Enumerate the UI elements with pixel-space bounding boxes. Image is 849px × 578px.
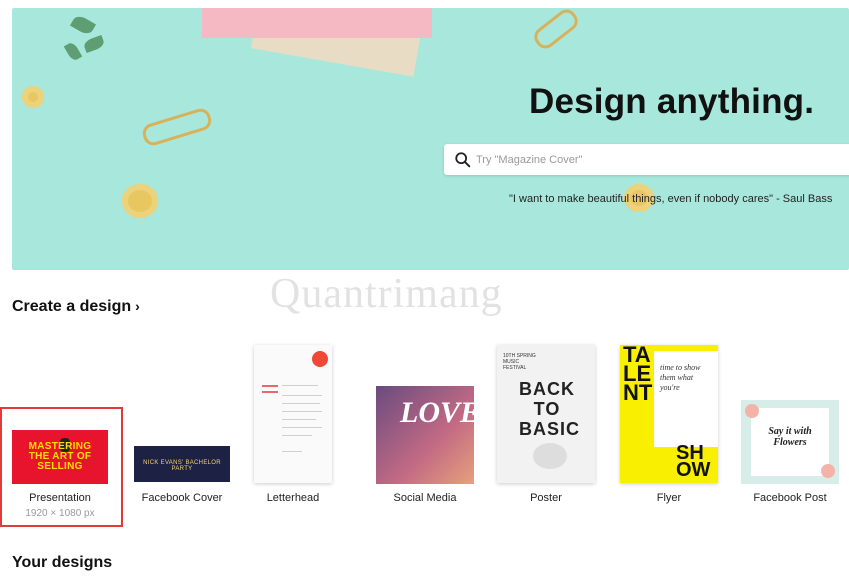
poster-image [533, 443, 567, 469]
design-label-facebook-post[interactable]: Facebook Post [741, 492, 839, 504]
text-line [282, 435, 312, 436]
poster-preview-text: BACK TO BASIC [519, 379, 581, 439]
design-label-presentation[interactable]: Presentation [12, 492, 108, 504]
search-input[interactable] [474, 150, 838, 170]
flower-icon [821, 464, 835, 478]
edit-badge-icon [312, 351, 328, 367]
facebook-post-thumbnail[interactable]: Say it with Flowers [741, 400, 839, 484]
text-line [282, 385, 318, 386]
poster-thumbnail[interactable]: 10TH SPRING MUSIC FESTIVAL BACK TO BASIC [497, 345, 595, 483]
text-line [282, 419, 316, 420]
decorative-paper [202, 8, 432, 38]
text-line [282, 451, 302, 452]
flower-decoration [22, 86, 44, 108]
text-line [282, 411, 322, 412]
flower-decoration [122, 184, 158, 218]
facebook-cover-preview-text: NICK EVANS' BACHELOR PARTY [143, 460, 221, 472]
search-bar[interactable] [444, 144, 849, 175]
presentation-thumbnail[interactable]: MASTERING THE ART OF SELLING [12, 430, 108, 484]
leaf-decoration [82, 34, 106, 54]
hero-title: Design anything. [529, 82, 815, 121]
flyer-preview-bottom: SHOW [676, 442, 711, 481]
letterhead-accent [262, 391, 278, 393]
social-media-thumbnail[interactable]: LOVE [376, 386, 474, 484]
hero-quote: "I want to make beautiful things, even i… [509, 193, 833, 205]
create-design-title: Create a design [12, 298, 132, 315]
presentation-preview-text: MASTERING THE ART OF SELLING [28, 441, 92, 472]
flyer-thumbnail[interactable]: TALENT time to show them what you're SHO… [620, 345, 718, 483]
leaf-decoration [69, 13, 97, 37]
watermark: Quantrimang [270, 271, 503, 317]
leaf-decoration [63, 40, 83, 63]
design-label-flyer[interactable]: Flyer [620, 492, 718, 504]
facebook-post-preview-text: Say it with Flowers [768, 426, 812, 448]
design-label-poster[interactable]: Poster [497, 492, 595, 504]
paperclip-decoration [530, 8, 582, 53]
text-line [282, 427, 322, 428]
text-line [282, 403, 320, 404]
design-label-letterhead[interactable]: Letterhead [254, 492, 332, 504]
chevron-right-icon: › [135, 298, 140, 314]
letterhead-accent [262, 385, 278, 387]
design-size-presentation: 1920 × 1080 px [25, 508, 95, 519]
letterhead-thumbnail[interactable] [254, 345, 332, 483]
search-icon [455, 152, 471, 168]
paperclip-decoration [140, 106, 214, 148]
flower-icon [745, 404, 759, 418]
create-design-heading[interactable]: Create a design › [12, 298, 140, 316]
design-label-social-media[interactable]: Social Media [376, 492, 474, 504]
flyer-preview-script: time to show them what you're [660, 363, 701, 392]
design-label-facebook-cover[interactable]: Facebook Cover [134, 492, 230, 504]
social-media-preview-text: LOVE [400, 396, 474, 429]
facebook-cover-thumbnail[interactable]: NICK EVANS' BACHELOR PARTY [134, 446, 230, 482]
poster-preview-small-text: 10TH SPRING MUSIC FESTIVAL [503, 353, 536, 371]
flyer-preview-text: TALENT [623, 345, 653, 405]
hero-banner: Design anything. "I want to make beautif… [12, 8, 849, 270]
text-line [282, 395, 322, 396]
your-designs-heading: Your designs [12, 554, 113, 571]
